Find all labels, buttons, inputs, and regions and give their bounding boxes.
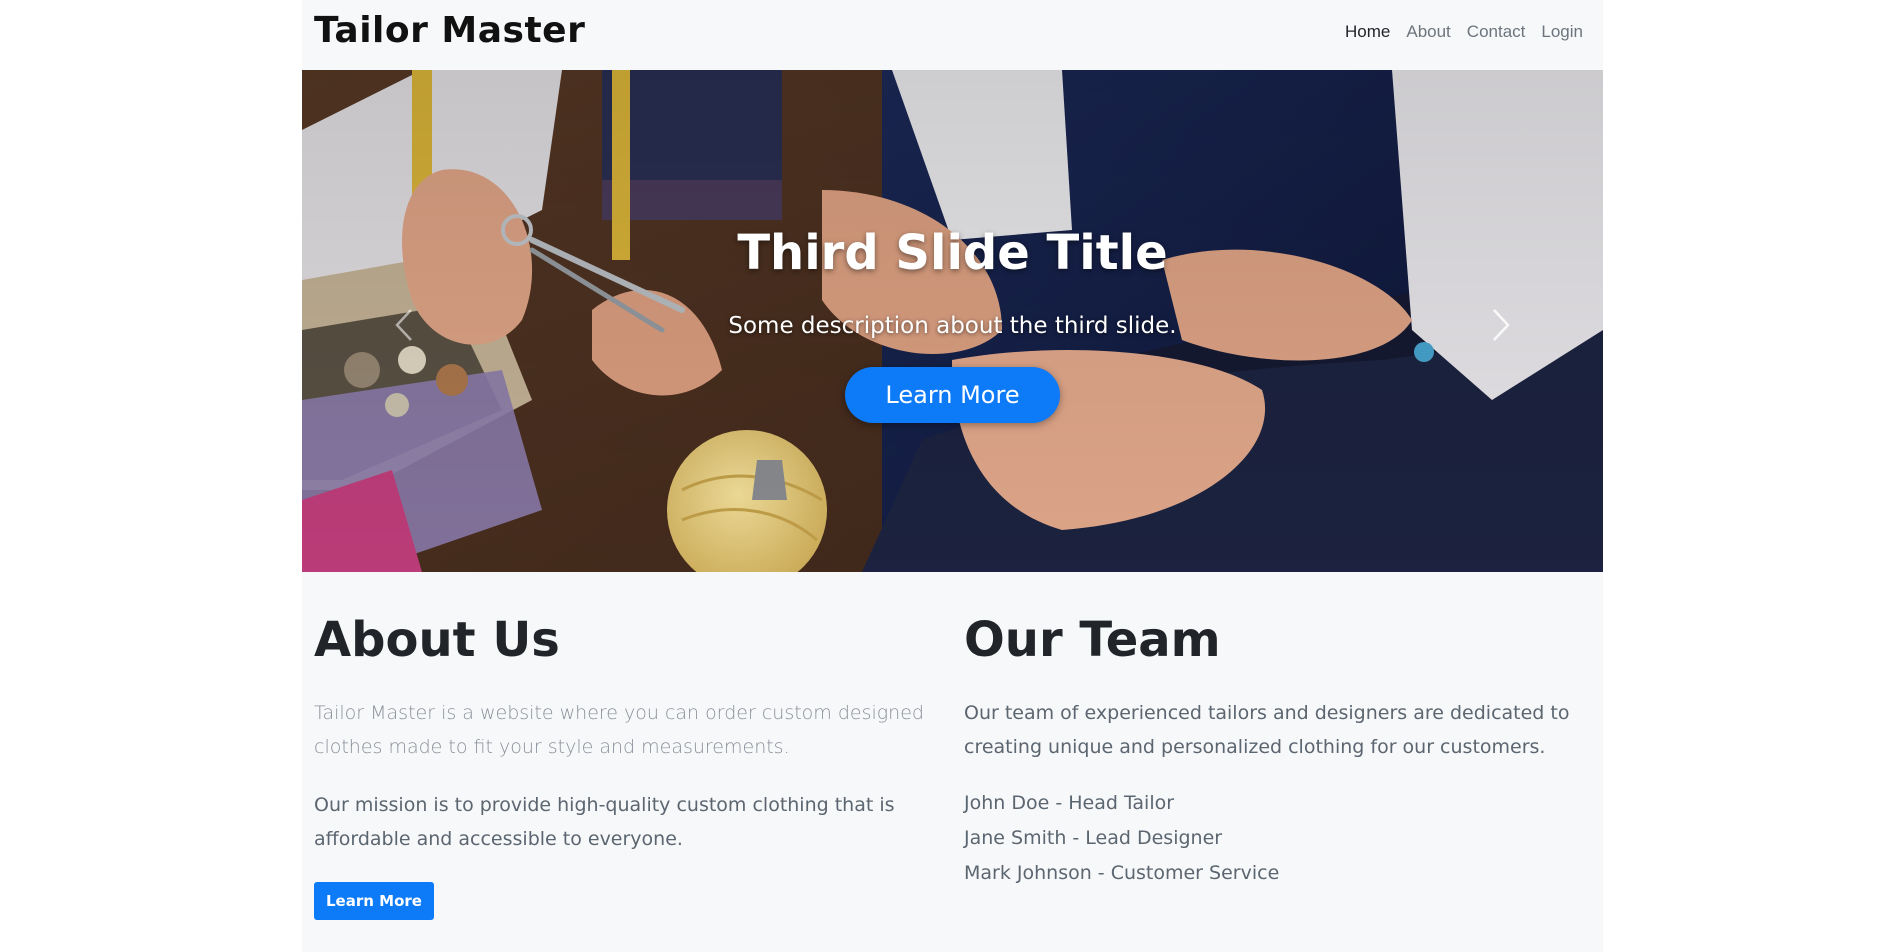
about-section: About Us Tailor Master is a website wher… <box>314 612 934 920</box>
carousel-title: Third Slide Title <box>737 225 1168 281</box>
carousel-prev-button[interactable] <box>374 295 434 355</box>
nav-about[interactable]: About <box>1406 22 1450 42</box>
brand-logo[interactable]: Tailor Master <box>314 10 585 51</box>
about-heading: About Us <box>314 612 560 668</box>
team-intro: Our team of experienced tailors and desi… <box>964 701 1570 758</box>
about-lead: Tailor Master is a website where you can… <box>314 701 924 758</box>
page: Tailor Master Home About Contact Login T… <box>302 0 1603 952</box>
carousel-next-button[interactable] <box>1471 295 1531 355</box>
team-list: John Doe - Head Tailor Jane Smith - Lead… <box>964 786 1584 891</box>
chevron-right-icon <box>1493 309 1510 341</box>
navbar: Tailor Master Home About Contact Login <box>302 0 1603 70</box>
about-mission: Our mission is to provide high-quality c… <box>314 793 895 850</box>
nav-contact[interactable]: Contact <box>1467 22 1526 42</box>
team-section: Our Team Our team of experienced tailors… <box>964 612 1584 891</box>
team-member: Jane Smith - Lead Designer <box>964 826 1223 849</box>
carousel-learn-more-button[interactable]: Learn More <box>845 367 1060 423</box>
carousel-caption: Third Slide Title Some description about… <box>302 225 1603 423</box>
chevron-left-icon <box>395 309 412 341</box>
about-learn-more-button[interactable]: Learn More <box>314 881 434 920</box>
team-member: Mark Johnson - Customer Service <box>964 861 1280 884</box>
team-member: John Doe - Head Tailor <box>964 791 1175 814</box>
main-nav: Home About Contact Login <box>1345 22 1583 42</box>
carousel-description: Some description about the third slide. <box>728 313 1177 339</box>
nav-home[interactable]: Home <box>1345 22 1390 42</box>
hero-carousel: Third Slide Title Some description about… <box>302 70 1603 572</box>
nav-login[interactable]: Login <box>1541 22 1583 42</box>
team-heading: Our Team <box>964 612 1221 668</box>
